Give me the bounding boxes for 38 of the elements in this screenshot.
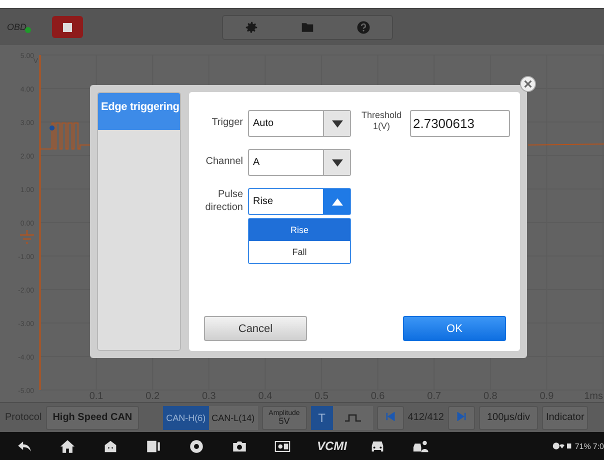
- home-icon[interactable]: [59, 438, 76, 454]
- ground-icon: [19, 229, 35, 244]
- channel-tab[interactable]: CAN-H(6): [163, 406, 209, 430]
- protocol-button[interactable]: High Speed CAN: [46, 406, 140, 430]
- caret-up-icon: [332, 198, 342, 206]
- dropdown-field[interactable]: Auto: [248, 110, 351, 137]
- caret-down-icon: [332, 120, 342, 128]
- threshold-input[interactable]: 2.7300613: [410, 110, 510, 137]
- dropdown-field[interactable]: Rise: [248, 188, 351, 215]
- ok-button[interactable]: OK: [403, 316, 506, 341]
- field-label: Pulse direction: [204, 189, 243, 214]
- settings-icon[interactable]: [244, 20, 259, 35]
- status-icons: [550, 441, 573, 451]
- trigger-mode-tab[interactable]: T: [310, 406, 333, 430]
- indicator-button[interactable]: Indicator: [542, 406, 588, 430]
- cancel-button[interactable]: Cancel: [204, 316, 307, 341]
- pulse-trace: [40, 122, 90, 150]
- pulse-icon: [344, 414, 361, 422]
- clock-time: 7:0: [592, 442, 604, 450]
- skip-last-icon: [456, 412, 466, 420]
- field-label: Channel: [204, 156, 243, 169]
- dropdown-field[interactable]: A: [248, 149, 351, 176]
- dropdown-option[interactable]: Rise: [249, 219, 350, 241]
- field-label: Trigger: [210, 117, 243, 130]
- threshold-label: Threshold 1(V): [360, 110, 403, 132]
- skip-first-icon: [386, 412, 395, 420]
- browser-icon[interactable]: [188, 438, 205, 454]
- help-icon[interactable]: [356, 20, 372, 35]
- timebase-button[interactable]: 100μs/div: [478, 406, 538, 430]
- vci-label[interactable]: VCMI: [317, 439, 347, 453]
- stop-button[interactable]: [52, 16, 83, 38]
- trigger-point-marker: [50, 126, 54, 130]
- dialog-tab[interactable]: Edge triggering: [98, 93, 180, 130]
- caret-down-icon: [332, 158, 342, 166]
- close-icon: [524, 80, 532, 88]
- battery-percentage: 71%: [574, 442, 591, 450]
- frame-counter: 412/412: [408, 412, 444, 423]
- folder-icon[interactable]: [300, 20, 315, 35]
